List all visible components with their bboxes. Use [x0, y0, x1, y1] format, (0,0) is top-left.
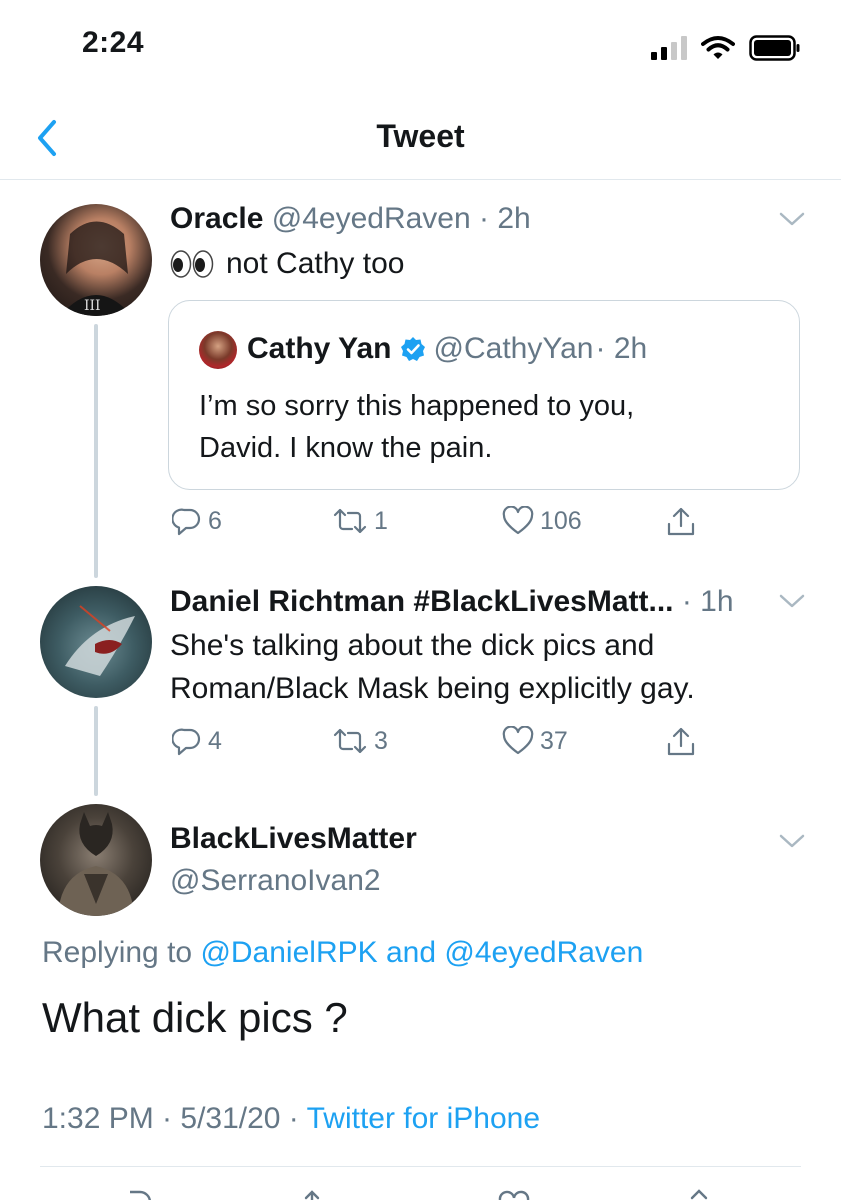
avatar[interactable]: [40, 586, 152, 698]
quote-avatar: [199, 331, 237, 369]
tweet-text: not Cathy too: [226, 247, 405, 280]
quote-text-line2: David. I know the pain.: [199, 432, 493, 464]
display-name[interactable]: Oracle: [170, 202, 263, 235]
source-link[interactable]: Twitter for iPhone: [307, 1102, 540, 1135]
divider: [40, 1166, 801, 1167]
quote-timestamp: · 2h: [595, 332, 648, 365]
display-name[interactable]: Daniel Richtman #BlackLivesMatt...: [170, 585, 674, 618]
main-handle[interactable]: @SerranoIvan2: [170, 864, 381, 898]
tweet-text-line2: Roman/Black Mask being explicitly gay.: [170, 672, 695, 705]
retweet-icon: [333, 728, 367, 754]
main-display-name[interactable]: BlackLivesMatter: [170, 822, 417, 856]
replying-and[interactable]: and: [386, 936, 436, 969]
avatar-photo: III: [60, 221, 132, 316]
like-count: 37: [540, 726, 568, 755]
share-button[interactable]: [666, 506, 696, 538]
tweet-header: Oracle @4eyedRaven · 2h: [170, 202, 531, 236]
replying-user-link[interactable]: @DanielRPK: [200, 936, 377, 969]
retweet-icon: [333, 508, 367, 534]
replying-to: Replying to @DanielRPK and @4eyedRaven: [42, 936, 643, 970]
share-icon: [667, 507, 695, 536]
retweet-count: 1: [374, 506, 388, 535]
timestamp: · 1h: [681, 585, 734, 618]
reply-count: 6: [208, 506, 222, 535]
tweet-header: Daniel Richtman #BlackLivesMatt... · 1h: [170, 585, 734, 619]
avatar-photo: [58, 812, 134, 916]
battery-icon: [749, 35, 800, 61]
handle[interactable]: @4eyedRaven: [272, 202, 471, 235]
reply-icon: [172, 728, 201, 756]
share-icon: [667, 727, 695, 756]
reply-button[interactable]: 6: [172, 506, 222, 536]
page-title: Tweet: [376, 118, 465, 154]
like-icon[interactable]: [496, 1188, 532, 1200]
thread-line: [94, 324, 98, 578]
tweet-meta: 1:32 PM · 5/31/20 · Twitter for iPhone: [42, 1102, 540, 1136]
wifi-icon: [701, 36, 735, 59]
reply-icon[interactable]: [118, 1188, 154, 1200]
nav-bar: Tweet: [0, 96, 841, 180]
main-tweet-text: What dick pics ?: [42, 994, 348, 1041]
retweet-icon[interactable]: [302, 1188, 342, 1200]
tweet-text-row: not Cathy too: [170, 243, 404, 285]
reply-button[interactable]: 4: [172, 726, 222, 756]
retweet-button[interactable]: 1: [332, 506, 388, 536]
avatar[interactable]: III: [40, 204, 152, 316]
quote-text-line1: I’m so sorry this happened to you,: [199, 390, 635, 422]
like-icon: [502, 726, 534, 755]
quote-handle: @CathyYan: [433, 332, 594, 365]
tweet-text-line1: She's talking about the dick pics and: [170, 629, 655, 662]
signal-icon: [651, 36, 687, 60]
like-button[interactable]: 37: [502, 726, 568, 756]
replying-prefix: Replying to: [42, 936, 193, 969]
svg-text:III: III: [84, 298, 101, 314]
avatar[interactable]: [40, 804, 152, 916]
timestamp: · 2h: [479, 202, 531, 235]
quoted-tweet[interactable]: Cathy Yan @CathyYan · 2h I’m so sorry th…: [168, 300, 800, 490]
share-button[interactable]: [666, 726, 696, 758]
retweet-count: 3: [374, 726, 388, 755]
chevron-down-icon[interactable]: [778, 832, 806, 850]
quote-header: Cathy Yan @CathyYan · 2h: [247, 332, 647, 366]
tweet-actions: 6 1 106: [168, 506, 708, 546]
chevron-down-icon[interactable]: [778, 592, 806, 610]
reply-count: 4: [208, 726, 222, 755]
retweet-button[interactable]: 3: [332, 726, 388, 756]
like-button[interactable]: 106: [502, 506, 582, 536]
eyes-emoji-icon: [170, 250, 214, 278]
status-time: 2:24: [82, 26, 145, 59]
status-icons: [651, 28, 801, 68]
quote-display-name: Cathy Yan: [247, 332, 392, 365]
avatar-photo: [65, 605, 135, 676]
thread-line: [94, 706, 98, 796]
like-icon: [502, 506, 534, 535]
like-count: 106: [540, 506, 582, 535]
tweet-timestamp: 1:32 PM · 5/31/20 ·: [42, 1102, 299, 1135]
reply-icon: [172, 508, 201, 536]
replying-user-link[interactable]: @4eyedRaven: [444, 936, 643, 969]
tweet-actions: 4 3 37: [168, 726, 708, 766]
verified-badge-icon: [400, 337, 425, 361]
share-icon[interactable]: [684, 1188, 714, 1200]
chevron-down-icon[interactable]: [778, 210, 806, 228]
